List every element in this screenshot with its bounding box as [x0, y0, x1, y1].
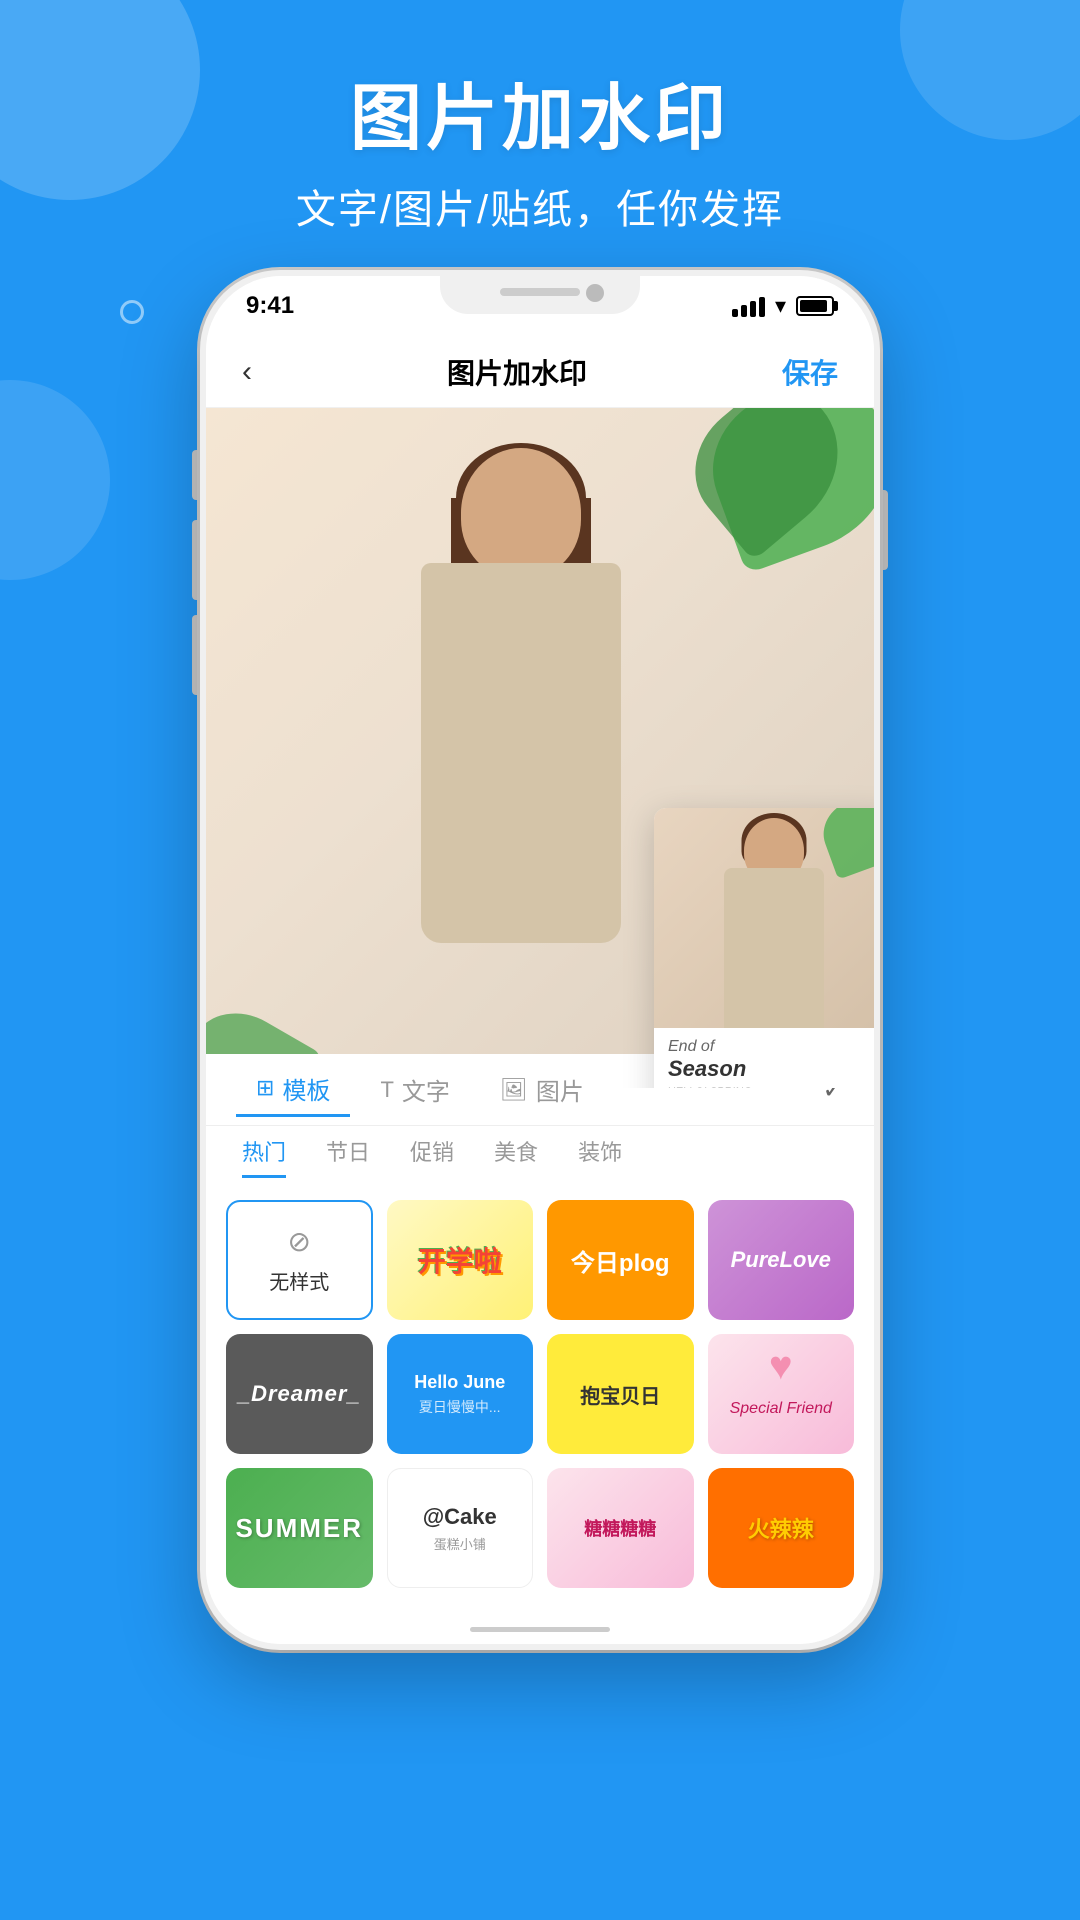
template-love-text: PureLove	[731, 1247, 831, 1273]
home-indicator	[470, 1627, 610, 1632]
bg-circle-midleft	[0, 380, 110, 580]
floating-card: End of Season HELLO! SPRING	[654, 808, 874, 1088]
navbar-title: 图片加水印	[447, 352, 587, 392]
card-text-line2: Season	[668, 1056, 874, 1082]
template-bao[interactable]: 抱宝贝日	[547, 1334, 694, 1454]
template-special-heart: ♥	[769, 1344, 793, 1389]
template-kaixin[interactable]: 开学啦	[387, 1200, 534, 1320]
category-food[interactable]: 美食	[494, 1135, 538, 1178]
save-button[interactable]: 保存	[782, 352, 838, 392]
template-kaixin-text: 开学啦	[418, 1240, 502, 1280]
card-image	[654, 808, 874, 1028]
empty-label: 无样式	[269, 1266, 329, 1295]
template-hellojune-text2: 夏日慢慢中...	[419, 1397, 501, 1417]
battery-icon	[796, 296, 834, 316]
phone-mockup: 9:41 ▾ ‹ 图片加水印 保存	[200, 270, 880, 1650]
figure-body	[421, 563, 621, 943]
category-promo[interactable]: 促销	[410, 1135, 454, 1178]
template-cake-text1: @Cake	[423, 1504, 497, 1530]
template-dreamer-text: _Dreamer_	[238, 1381, 361, 1407]
back-button[interactable]: ‹	[242, 355, 252, 389]
header-main-title: 图片加水印	[0, 80, 1080, 159]
empty-icon: ⊘	[288, 1225, 311, 1258]
tab-text[interactable]: T 文字	[360, 1064, 469, 1115]
volume-up-button	[192, 520, 200, 600]
header-area: 图片加水印 文字/图片/贴纸，任你发挥	[0, 0, 1080, 235]
template-cake[interactable]: @Cake 蛋糕小铺	[387, 1468, 534, 1588]
image-tab-icon: 🖼	[500, 1077, 528, 1103]
card-text-line1: End of	[668, 1038, 874, 1056]
template-bao-text: 抱宝贝日	[580, 1380, 660, 1409]
template-meme[interactable]: 糖糖糖糖	[547, 1468, 694, 1588]
phone-notch	[440, 276, 640, 314]
image-area[interactable]: End of Season HELLO! SPRING	[206, 408, 874, 1088]
phone-frame: 9:41 ▾ ‹ 图片加水印 保存	[200, 270, 880, 1650]
signal-bar-4	[759, 297, 765, 317]
template-tab-icon: ⊞	[256, 1075, 274, 1101]
power-button	[880, 490, 888, 570]
category-hot[interactable]: 热门	[242, 1135, 286, 1178]
template-spicy[interactable]: 火辣辣	[708, 1468, 855, 1588]
phone-camera	[586, 284, 604, 302]
bottom-panel: ⊞ 模板 T 文字 🖼 图片 ✓ 热门 节日	[206, 1054, 874, 1644]
template-spicy-text: 火辣辣	[748, 1512, 814, 1544]
header-subtitle: 文字/图片/贴纸，任你发挥	[0, 177, 1080, 235]
card-figure-body	[724, 868, 824, 1028]
template-summer-text: SUMMER	[235, 1513, 363, 1544]
signal-icon	[732, 295, 765, 317]
signal-bar-1	[732, 309, 738, 317]
text-tab-icon: T	[380, 1077, 393, 1103]
card-text-line3: HELLO! SPRING	[668, 1086, 874, 1088]
bg-dot	[120, 300, 144, 324]
template-meme-text: 糖糖糖糖	[584, 1515, 656, 1541]
figure-head	[461, 448, 581, 578]
template-plog[interactable]: 今日plog	[547, 1200, 694, 1320]
tab-template-label: 模板	[282, 1071, 330, 1106]
signal-bar-2	[741, 305, 747, 317]
category-holiday[interactable]: 节日	[326, 1135, 370, 1178]
tab-image-label: 图片	[536, 1072, 584, 1107]
battery-fill	[800, 300, 827, 312]
template-special-text: Special Friend	[730, 1400, 832, 1418]
template-cake-text2: 蛋糕小铺	[434, 1534, 486, 1553]
template-special[interactable]: ♥ Special Friend	[708, 1334, 855, 1454]
status-icons: ▾	[732, 293, 834, 319]
category-bar: 热门 节日 促销 美食 装饰	[206, 1126, 874, 1186]
category-decor[interactable]: 装饰	[578, 1135, 622, 1178]
template-hellojune-text1: Hello June	[414, 1372, 505, 1393]
template-love[interactable]: PureLove	[708, 1200, 855, 1320]
phone-inner: 9:41 ▾ ‹ 图片加水印 保存	[206, 276, 874, 1644]
template-hellojune[interactable]: Hello June 夏日慢慢中...	[387, 1334, 534, 1454]
tab-image[interactable]: 🖼 图片	[480, 1064, 604, 1115]
signal-bar-3	[750, 301, 756, 317]
tab-text-label: 文字	[402, 1072, 450, 1107]
card-palm	[814, 808, 874, 880]
template-empty[interactable]: ⊘ 无样式	[226, 1200, 373, 1320]
template-plog-text: 今日plog	[571, 1243, 670, 1278]
volume-down-button	[192, 615, 200, 695]
status-time: 9:41	[246, 292, 294, 320]
mute-button	[192, 450, 200, 500]
app-navbar: ‹ 图片加水印 保存	[206, 336, 874, 408]
tab-template[interactable]: ⊞ 模板	[236, 1063, 350, 1117]
phone-speaker	[500, 288, 580, 296]
wifi-icon: ▾	[775, 293, 786, 319]
template-summer[interactable]: SUMMER	[226, 1468, 373, 1588]
template-dreamer[interactable]: _Dreamer_	[226, 1334, 373, 1454]
card-text-area: End of Season HELLO! SPRING	[654, 1028, 874, 1088]
template-grid: ⊘ 无样式 开学啦 今日plog PureLove	[206, 1186, 874, 1602]
